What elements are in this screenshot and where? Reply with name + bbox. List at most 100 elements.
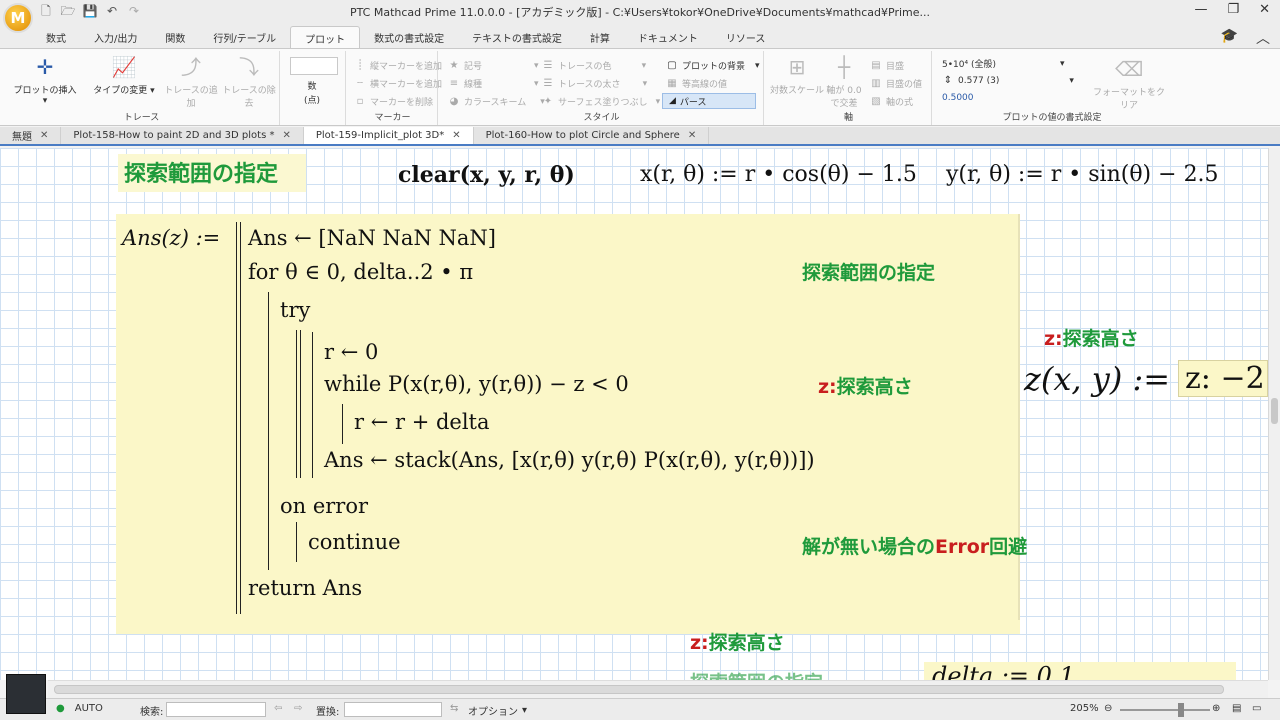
perspective-button[interactable]: ◢ パース [662, 93, 756, 109]
heading-search-range[interactable]: 探索範囲の指定 [118, 154, 307, 192]
doc-tab-untitled[interactable]: 無題 ✕ [0, 127, 62, 144]
on-error-bracket [296, 522, 298, 562]
tab-input-output[interactable]: 入力/出力 [80, 26, 151, 48]
note-search-height[interactable]: z:探索高さ [818, 372, 913, 399]
points-dropdown[interactable] [290, 57, 338, 75]
insert-plot-button[interactable]: ✛ プロットの挿入 ▾ [10, 55, 80, 106]
note-search-range-partial[interactable]: 探索範囲の指定 [690, 668, 823, 680]
log-scale-icon: ⊞ [788, 55, 806, 79]
program-line-2: for θ ∈ 0, delta..2 • π [248, 260, 474, 284]
close-icon[interactable]: ✕ [452, 130, 460, 141]
surface-fill-dropdown[interactable]: ✦ サーフェス塗りつぶし ▾ [542, 95, 660, 108]
document-tabs: 無題 ✕ Plot-158-How to paint 2D and 3D plot… [0, 127, 1280, 146]
horizontal-scrollbar[interactable] [48, 680, 1268, 698]
doc-tab-plot-160[interactable]: Plot-160-How to plot Circle and Sphere ✕ [474, 127, 710, 144]
tab-calculation[interactable]: 計算 [576, 26, 624, 48]
doc-tab-plot-158[interactable]: Plot-158-How to paint 2D and 3D plots * ✕ [61, 127, 304, 144]
replace-icon[interactable]: ⇆ [450, 703, 458, 714]
note-error-avoid[interactable]: 解が無い場合のError回避 [802, 532, 1027, 559]
general-format-dropdown[interactable]: 5•10⁴ (全般) ▾ [942, 57, 1065, 71]
trace-color-dropdown[interactable]: ☰ トレースの色 ▾ [542, 59, 647, 72]
search-input[interactable] [166, 702, 266, 717]
axis-group: ⊞ 対数スケール ┼ 軸が 0.0 で交差 ▤ 目盛 ▥ 目盛の値 ▧ 軸の式 軸 [766, 51, 932, 125]
chevron-up-icon[interactable]: ︿ [1256, 28, 1270, 48]
note-z-height-right[interactable]: z:探索高さ [1044, 324, 1139, 351]
grid-value-icon: ▥ [871, 78, 881, 89]
window-controls: — ❐ ✕ [1194, 2, 1270, 17]
colorscheme-dropdown[interactable]: ◕ カラースキーム ▾ [448, 95, 545, 108]
find-next-icon[interactable]: ⇨ [294, 703, 302, 714]
grid-value-button[interactable]: ▥ 目盛の値 [870, 77, 922, 90]
remove-trace-button[interactable]: ⤵ トレースの除去 [220, 55, 278, 109]
gridlines-button[interactable]: ▤ 目盛 [870, 59, 904, 72]
y-definition[interactable]: y(r, θ) := r • sin(θ) − 2.5 [946, 162, 1219, 187]
note-search-height-lower[interactable]: z:探索高さ [690, 628, 785, 655]
calc-mode[interactable]: ● AUTO [56, 703, 103, 714]
contour-value-button[interactable]: ▦ 等高線の値 [666, 77, 727, 90]
add-horizontal-marker-button[interactable]: ┄ 横マーカーを追加 [354, 77, 442, 90]
close-icon[interactable]: ✕ [688, 130, 696, 141]
marker-group: ┊ 縦マーカーを追加 ┄ 横マーカーを追加 ▫ マーカーを削除 マーカー [348, 51, 442, 125]
title-bar: 🗋 🗁 💾 ↶ ↷ PTC Mathcad Prime 11.0.0.0 - [… [0, 0, 1280, 24]
add-trace-button[interactable]: ⤴ トレースの追加 [162, 55, 220, 109]
log-scale-button[interactable]: ⊞ 対数スケール [770, 55, 824, 96]
tab-document[interactable]: ドキュメント [624, 26, 712, 48]
program-line-3: try [280, 298, 311, 322]
x-definition[interactable]: x(r, θ) := r • cos(θ) − 1.5 [640, 162, 917, 187]
z-definition-value[interactable]: z: −2 [1178, 360, 1268, 397]
worksheet[interactable]: 探索範囲の指定 clear(x, y, r, θ) x(r, θ) := r •… [0, 148, 1268, 680]
vertical-scroll-thumb[interactable] [1271, 398, 1278, 424]
paint-icon: ✦ [543, 96, 553, 107]
trace-group: ✛ プロットの挿入 ▾ 📈 タイプの変更 ▾ ⤴ トレースの追加 ⤵ トレースの… [4, 51, 280, 125]
note-search-range[interactable]: 探索範囲の指定 [802, 258, 935, 285]
close-icon[interactable]: ✕ [1259, 2, 1270, 17]
close-icon[interactable]: ✕ [40, 130, 48, 141]
minimize-icon[interactable]: — [1194, 2, 1207, 17]
graduation-cap-icon[interactable]: 🎓 [1221, 28, 1238, 48]
ribbon-tabs: 数式 入力/出力 関数 行列/テーブル プロット 数式の書式設定 テキストの書式… [0, 24, 1280, 48]
program-block[interactable]: Ans(z) := Ans ← [NaN NaN NaN] for θ ∈ 0,… [116, 214, 1027, 620]
zoom-out-icon[interactable]: ⊖ [1104, 703, 1112, 714]
close-icon[interactable]: ✕ [282, 130, 290, 141]
axis-formula-button[interactable]: ▧ 軸の式 [870, 95, 913, 108]
replace-input[interactable] [344, 702, 442, 717]
doc-tab-plot-159[interactable]: Plot-159-Implicit_plot 3D* ✕ [303, 127, 474, 144]
symbol-dropdown[interactable]: ★ 記号 ▾ [448, 59, 539, 72]
vertical-scrollbar[interactable] [1268, 148, 1280, 680]
tab-functions[interactable]: 関数 [151, 26, 199, 48]
program-block-bottom [116, 620, 1020, 634]
options-dropdown[interactable]: オプション ▾ [468, 703, 527, 718]
tab-math[interactable]: 数式 [32, 26, 80, 48]
z-definition-lhs[interactable]: z(x, y) := [1024, 360, 1170, 398]
program-bracket [236, 222, 241, 614]
draft-view-icon[interactable]: ▭ [1252, 703, 1261, 714]
trace-thickness-dropdown[interactable]: ☰ トレースの太さ ▾ [542, 77, 648, 90]
delta-definition[interactable]: delta := 0.1 [924, 662, 1236, 680]
clear-format-button[interactable]: ⌫ フォーマットをクリア [1090, 57, 1168, 111]
axis-cross-zero-button[interactable]: ┼ 軸が 0.0 で交差 [824, 55, 864, 109]
program-line-9: continue [308, 530, 401, 554]
tab-math-formatting[interactable]: 数式の書式設定 [360, 26, 458, 48]
line-type-dropdown[interactable]: ≡ 線種 ▾ [448, 77, 539, 90]
tab-matrices-tables[interactable]: 行列/テーブル [199, 26, 290, 48]
tab-text-formatting[interactable]: テキストの書式設定 [458, 26, 576, 48]
zoom-slider[interactable] [1120, 709, 1210, 711]
zoom-in-icon[interactable]: ⊕ [1212, 703, 1220, 714]
zoom-slider-handle[interactable] [1178, 703, 1184, 717]
remove-marker-button[interactable]: ▫ マーカーを削除 [354, 95, 433, 108]
horizontal-scroll-thumb[interactable] [54, 685, 1224, 694]
page-view-icon[interactable]: ▤ [1232, 703, 1241, 714]
tab-plots[interactable]: プロット [290, 26, 361, 48]
decimal-format-dropdown[interactable]: ⇕ 0.577 (3) ▾ [942, 75, 1074, 86]
find-prev-icon[interactable]: ⇦ [274, 703, 282, 714]
axis-formula-icon: ▧ [871, 96, 881, 107]
remove-trace-icon: ⤵ [239, 55, 259, 79]
add-vertical-marker-button[interactable]: ┊ 縦マーカーを追加 [354, 59, 442, 72]
clear-expression[interactable]: clear(x, y, r, θ) [398, 162, 575, 188]
ribbon-panel: ✛ プロットの挿入 ▾ 📈 タイプの変更 ▾ ⤴ トレースの追加 ⤵ トレースの… [0, 48, 1280, 126]
app-logo-button[interactable]: M [3, 3, 33, 33]
plot-background-dropdown[interactable]: ▢ プロットの背景 ▾ [666, 59, 759, 72]
restore-icon[interactable]: ❐ [1227, 2, 1239, 17]
tab-resources[interactable]: リソース [712, 26, 780, 48]
change-type-button[interactable]: 📈 タイプの変更 ▾ [88, 55, 160, 96]
